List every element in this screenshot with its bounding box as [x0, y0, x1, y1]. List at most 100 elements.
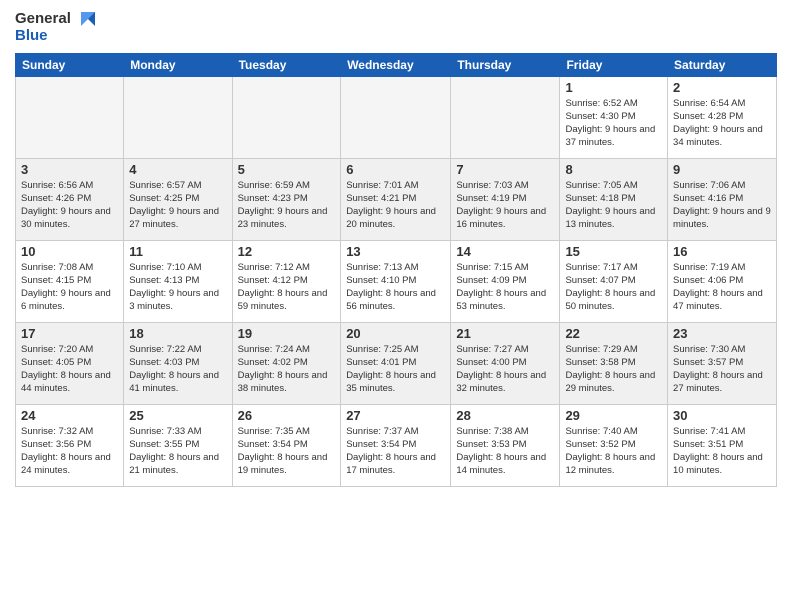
- day-info: Sunrise: 7:12 AM Sunset: 4:12 PM Dayligh…: [238, 261, 336, 314]
- day-number: 10: [21, 244, 118, 259]
- calendar-week-row: 17 Sunrise: 7:20 AM Sunset: 4:05 PM Dayli…: [16, 322, 777, 404]
- calendar-day-cell: [124, 76, 232, 158]
- day-info: Sunrise: 6:57 AM Sunset: 4:25 PM Dayligh…: [129, 179, 226, 232]
- calendar-day-header: Thursday: [451, 53, 560, 76]
- day-info: Sunrise: 7:41 AM Sunset: 3:51 PM Dayligh…: [673, 425, 771, 478]
- day-number: 12: [238, 244, 336, 259]
- calendar-day-cell: 15 Sunrise: 7:17 AM Sunset: 4:07 PM Dayli…: [560, 240, 668, 322]
- day-number: 4: [129, 162, 226, 177]
- calendar-table: SundayMondayTuesdayWednesdayThursdayFrid…: [15, 53, 777, 487]
- day-info: Sunrise: 7:03 AM Sunset: 4:19 PM Dayligh…: [456, 179, 554, 232]
- calendar-day-cell: 20 Sunrise: 7:25 AM Sunset: 4:01 PM Dayli…: [341, 322, 451, 404]
- day-info: Sunrise: 7:35 AM Sunset: 3:54 PM Dayligh…: [238, 425, 336, 478]
- logo-general: General: [15, 10, 71, 27]
- page: General Blue SundayMondayTuesdayWednesda…: [0, 0, 792, 612]
- day-info: Sunrise: 7:17 AM Sunset: 4:07 PM Dayligh…: [565, 261, 662, 314]
- calendar-week-row: 10 Sunrise: 7:08 AM Sunset: 4:15 PM Dayli…: [16, 240, 777, 322]
- day-number: 14: [456, 244, 554, 259]
- day-number: 25: [129, 408, 226, 423]
- day-info: Sunrise: 7:22 AM Sunset: 4:03 PM Dayligh…: [129, 343, 226, 396]
- calendar-day-cell: 24 Sunrise: 7:32 AM Sunset: 3:56 PM Dayli…: [16, 404, 124, 486]
- calendar-day-cell: [232, 76, 341, 158]
- calendar-day-cell: 3Sunrise: 6:56 AM Sunset: 4:26 PM Daylig…: [16, 158, 124, 240]
- day-info: Sunrise: 7:33 AM Sunset: 3:55 PM Dayligh…: [129, 425, 226, 478]
- header: General Blue: [15, 10, 777, 45]
- calendar-day-cell: 30 Sunrise: 7:41 AM Sunset: 3:51 PM Dayli…: [668, 404, 777, 486]
- day-info: Sunrise: 7:13 AM Sunset: 4:10 PM Dayligh…: [346, 261, 445, 314]
- day-info: Sunrise: 7:01 AM Sunset: 4:21 PM Dayligh…: [346, 179, 445, 232]
- calendar-day-cell: 13 Sunrise: 7:13 AM Sunset: 4:10 PM Dayli…: [341, 240, 451, 322]
- day-number: 16: [673, 244, 771, 259]
- day-number: 5: [238, 162, 336, 177]
- day-info: Sunrise: 7:06 AM Sunset: 4:16 PM Dayligh…: [673, 179, 771, 232]
- calendar-day-header: Sunday: [16, 53, 124, 76]
- calendar-day-header: Wednesday: [341, 53, 451, 76]
- calendar-day-header: Saturday: [668, 53, 777, 76]
- day-number: 30: [673, 408, 771, 423]
- day-number: 17: [21, 326, 118, 341]
- calendar-week-row: 24 Sunrise: 7:32 AM Sunset: 3:56 PM Dayli…: [16, 404, 777, 486]
- calendar-day-header: Friday: [560, 53, 668, 76]
- day-number: 3: [21, 162, 118, 177]
- day-info: Sunrise: 7:20 AM Sunset: 4:05 PM Dayligh…: [21, 343, 118, 396]
- calendar-day-cell: 1Sunrise: 6:52 AM Sunset: 4:30 PM Daylig…: [560, 76, 668, 158]
- day-number: 27: [346, 408, 445, 423]
- calendar-day-cell: 10 Sunrise: 7:08 AM Sunset: 4:15 PM Dayli…: [16, 240, 124, 322]
- calendar-day-cell: 18 Sunrise: 7:22 AM Sunset: 4:03 PM Dayli…: [124, 322, 232, 404]
- day-number: 15: [565, 244, 662, 259]
- day-info: Sunrise: 7:15 AM Sunset: 4:09 PM Dayligh…: [456, 261, 554, 314]
- calendar-header-row: SundayMondayTuesdayWednesdayThursdayFrid…: [16, 53, 777, 76]
- day-info: Sunrise: 7:40 AM Sunset: 3:52 PM Dayligh…: [565, 425, 662, 478]
- day-info: Sunrise: 7:30 AM Sunset: 3:57 PM Dayligh…: [673, 343, 771, 396]
- day-number: 11: [129, 244, 226, 259]
- day-info: Sunrise: 6:54 AM Sunset: 4:28 PM Dayligh…: [673, 97, 771, 150]
- calendar-day-cell: 11 Sunrise: 7:10 AM Sunset: 4:13 PM Dayli…: [124, 240, 232, 322]
- calendar-day-cell: 27Sunrise: 7:37 AM Sunset: 3:54 PM Dayli…: [341, 404, 451, 486]
- day-number: 1: [565, 80, 662, 95]
- day-number: 2: [673, 80, 771, 95]
- day-number: 13: [346, 244, 445, 259]
- calendar-day-cell: 22Sunrise: 7:29 AM Sunset: 3:58 PM Dayli…: [560, 322, 668, 404]
- day-number: 28: [456, 408, 554, 423]
- day-info: Sunrise: 6:59 AM Sunset: 4:23 PM Dayligh…: [238, 179, 336, 232]
- logo-flag-icon: [73, 12, 95, 34]
- day-number: 24: [21, 408, 118, 423]
- calendar-day-cell: 17 Sunrise: 7:20 AM Sunset: 4:05 PM Dayli…: [16, 322, 124, 404]
- calendar-day-cell: 2 Sunrise: 6:54 AM Sunset: 4:28 PM Daylig…: [668, 76, 777, 158]
- calendar-day-cell: 9 Sunrise: 7:06 AM Sunset: 4:16 PM Daylig…: [668, 158, 777, 240]
- day-number: 7: [456, 162, 554, 177]
- calendar-day-cell: 21Sunrise: 7:27 AM Sunset: 4:00 PM Dayli…: [451, 322, 560, 404]
- day-number: 26: [238, 408, 336, 423]
- calendar-day-cell: 8Sunrise: 7:05 AM Sunset: 4:18 PM Daylig…: [560, 158, 668, 240]
- logo: General Blue: [15, 10, 95, 45]
- day-number: 18: [129, 326, 226, 341]
- day-info: Sunrise: 7:19 AM Sunset: 4:06 PM Dayligh…: [673, 261, 771, 314]
- day-info: Sunrise: 7:32 AM Sunset: 3:56 PM Dayligh…: [21, 425, 118, 478]
- calendar-day-cell: 19 Sunrise: 7:24 AM Sunset: 4:02 PM Dayli…: [232, 322, 341, 404]
- day-info: Sunrise: 7:24 AM Sunset: 4:02 PM Dayligh…: [238, 343, 336, 396]
- day-number: 19: [238, 326, 336, 341]
- calendar-day-cell: 16 Sunrise: 7:19 AM Sunset: 4:06 PM Dayli…: [668, 240, 777, 322]
- day-number: 20: [346, 326, 445, 341]
- calendar-day-cell: 29 Sunrise: 7:40 AM Sunset: 3:52 PM Dayli…: [560, 404, 668, 486]
- day-number: 6: [346, 162, 445, 177]
- logo-blue: Blue: [15, 27, 71, 44]
- logo-wordmark: General Blue: [15, 10, 95, 45]
- calendar-day-cell: [341, 76, 451, 158]
- calendar-day-cell: 6 Sunrise: 7:01 AM Sunset: 4:21 PM Daylig…: [341, 158, 451, 240]
- day-info: Sunrise: 7:25 AM Sunset: 4:01 PM Dayligh…: [346, 343, 445, 396]
- calendar-day-cell: [16, 76, 124, 158]
- day-info: Sunrise: 7:10 AM Sunset: 4:13 PM Dayligh…: [129, 261, 226, 314]
- day-info: Sunrise: 7:27 AM Sunset: 4:00 PM Dayligh…: [456, 343, 554, 396]
- day-info: Sunrise: 7:29 AM Sunset: 3:58 PM Dayligh…: [565, 343, 662, 396]
- calendar-day-cell: 26 Sunrise: 7:35 AM Sunset: 3:54 PM Dayli…: [232, 404, 341, 486]
- calendar-day-cell: 28Sunrise: 7:38 AM Sunset: 3:53 PM Dayli…: [451, 404, 560, 486]
- calendar-day-header: Tuesday: [232, 53, 341, 76]
- day-number: 29: [565, 408, 662, 423]
- day-number: 8: [565, 162, 662, 177]
- calendar-day-cell: 23Sunrise: 7:30 AM Sunset: 3:57 PM Dayli…: [668, 322, 777, 404]
- calendar-day-cell: 5 Sunrise: 6:59 AM Sunset: 4:23 PM Daylig…: [232, 158, 341, 240]
- day-number: 9: [673, 162, 771, 177]
- calendar-day-cell: 4 Sunrise: 6:57 AM Sunset: 4:25 PM Daylig…: [124, 158, 232, 240]
- day-info: Sunrise: 7:08 AM Sunset: 4:15 PM Dayligh…: [21, 261, 118, 314]
